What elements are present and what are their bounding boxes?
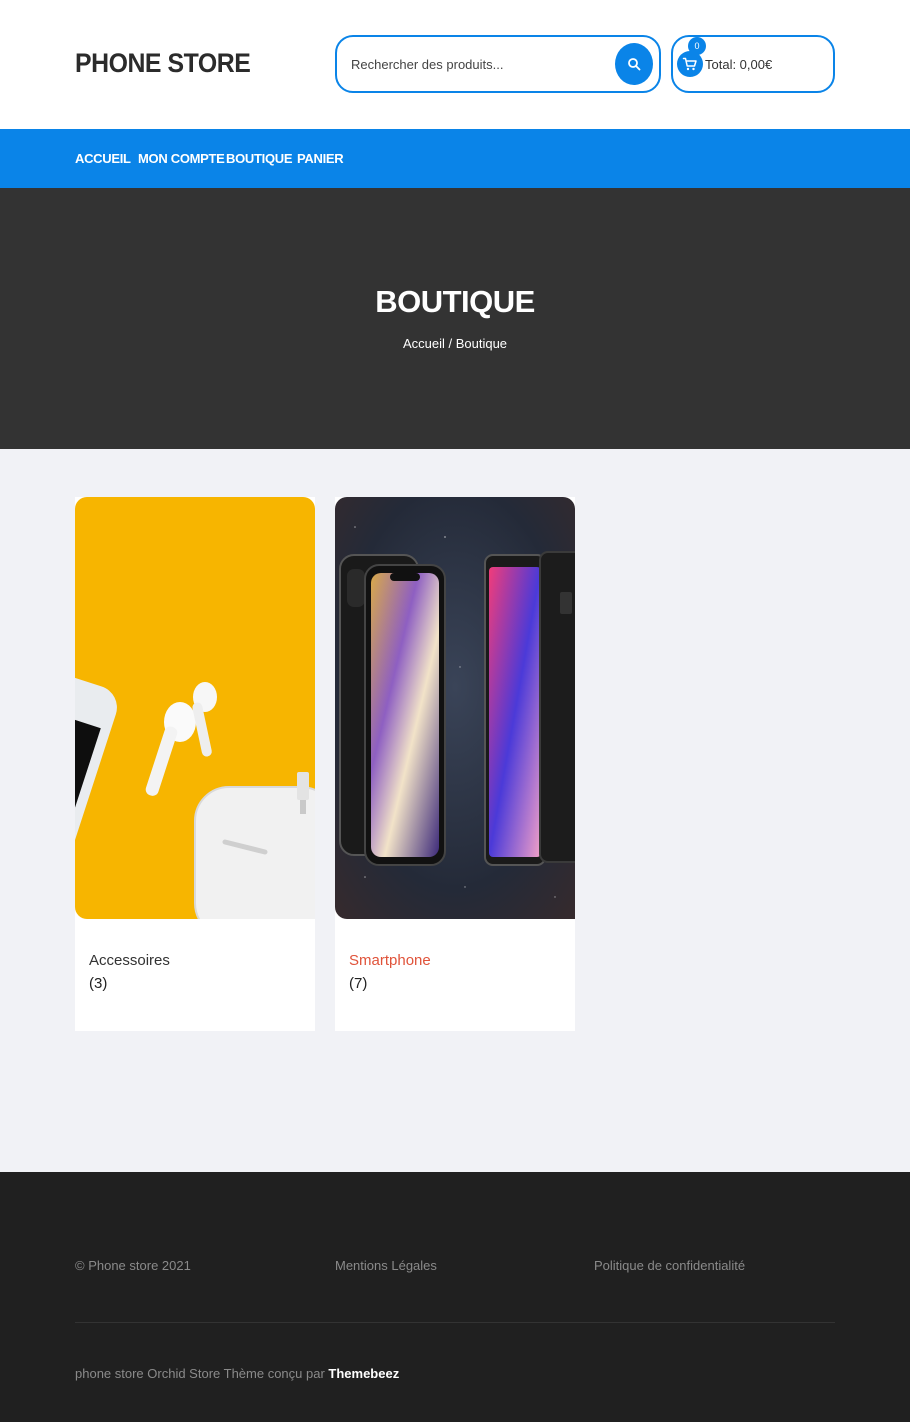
- category-image-accessoires[interactable]: [75, 497, 315, 919]
- nav-item-mon-compte[interactable]: MON COMPTE: [138, 151, 225, 166]
- page-title: BOUTIQUE: [375, 284, 535, 319]
- search-input[interactable]: Rechercher des produits...: [351, 57, 503, 72]
- mini-cart[interactable]: 0 Total: 0,00€: [671, 35, 835, 93]
- page-hero: BOUTIQUE Accueil / Boutique: [0, 188, 910, 449]
- category-image-smartphone[interactable]: [335, 497, 575, 919]
- category-name[interactable]: Smartphone: [349, 952, 431, 969]
- breadcrumb-separator: /: [444, 336, 456, 351]
- site-logo[interactable]: PHONE STORE: [75, 48, 251, 79]
- cart-count-badge: 0: [688, 37, 706, 55]
- site-header: PHONE STORE Rechercher des produits... 0…: [0, 0, 910, 129]
- footer-credit-text: phone store Orchid Store Thème conçu par: [75, 1366, 329, 1381]
- category-grid: Accessoires (3) Smartphone (7): [0, 449, 910, 1172]
- footer-credit: phone store Orchid Store Thème conçu par…: [75, 1366, 399, 1381]
- breadcrumb: Accueil / Boutique: [0, 336, 910, 351]
- footer-divider: [75, 1322, 835, 1323]
- nav-item-panier[interactable]: PANIER: [297, 151, 344, 166]
- nav-item-accueil[interactable]: ACCUEIL: [75, 151, 131, 166]
- main-navigation: ACCUEIL MON COMPTE BOUTIQUE PANIER: [0, 129, 910, 188]
- category-name[interactable]: Accessoires: [89, 952, 170, 969]
- category-count: (7): [349, 975, 368, 992]
- breadcrumb-current: Boutique: [455, 336, 508, 351]
- search-icon: [628, 58, 641, 71]
- nav-item-boutique[interactable]: BOUTIQUE: [226, 151, 293, 166]
- footer-link-privacy[interactable]: Politique de confidentialité: [594, 1258, 745, 1273]
- footer-link-legal[interactable]: Mentions Légales: [335, 1258, 437, 1273]
- cart-total[interactable]: Total: 0,00€: [705, 57, 772, 72]
- footer-copyright: © Phone store 2021: [75, 1258, 191, 1273]
- breadcrumb-home[interactable]: Accueil: [403, 336, 445, 351]
- category-card-accessoires[interactable]: Accessoires (3): [75, 497, 315, 1031]
- site-footer: © Phone store 2021 Mentions Légales Poli…: [0, 1172, 910, 1422]
- category-count: (3): [89, 975, 108, 992]
- footer-credit-link[interactable]: Themebeez: [328, 1366, 399, 1381]
- search-button[interactable]: [615, 43, 653, 85]
- search-form: Rechercher des produits...: [335, 35, 661, 93]
- cart-icon[interactable]: [677, 51, 703, 77]
- category-card-smartphone[interactable]: Smartphone (7): [335, 497, 575, 1031]
